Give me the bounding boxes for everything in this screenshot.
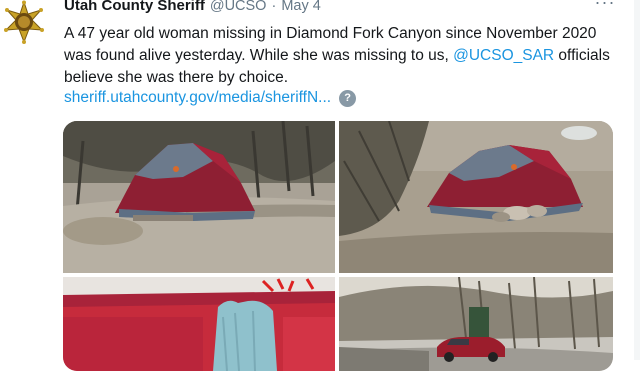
avatar[interactable] <box>2 0 46 44</box>
media-grid <box>63 121 613 371</box>
separator-dot: · <box>271 0 277 14</box>
tweet-text: A 47 year old woman missing in Diamond F… <box>64 23 624 89</box>
tent-interior-towel-photo[interactable] <box>63 277 335 371</box>
more-dots-icon[interactable]: ··· <box>592 0 618 11</box>
red-tent-closeup-photo[interactable] <box>339 121 613 273</box>
tweet-date[interactable]: May 4 <box>281 0 321 14</box>
question-circle-icon[interactable]: ? <box>339 89 357 107</box>
tweet-header: Utah County Sheriff @UCSO · May 4 <box>64 0 604 17</box>
red-tent-wide-photo[interactable] <box>63 121 335 273</box>
mention-link[interactable]: @UCSO_SAR <box>453 47 554 64</box>
author-name[interactable]: Utah County Sheriff <box>64 0 205 14</box>
author-handle[interactable]: @UCSO <box>210 0 267 14</box>
canyon-road-car-photo[interactable] <box>339 277 613 371</box>
sheriff-star-badge-icon <box>4 0 44 44</box>
link-row: sheriff.utahcounty.gov/media/sheriffN...… <box>64 87 357 109</box>
article-link[interactable]: sheriff.utahcounty.gov/media/sheriffN... <box>64 87 331 109</box>
scrollbar[interactable] <box>634 0 640 360</box>
